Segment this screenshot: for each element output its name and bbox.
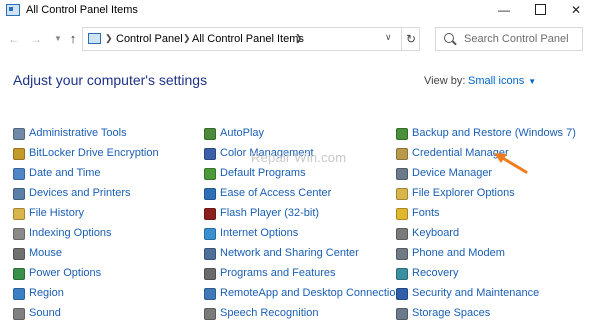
region-icon	[13, 288, 25, 300]
default-programs-icon	[204, 168, 216, 180]
cpl-item-label[interactable]: Keyboard	[412, 227, 459, 239]
programs-features-icon	[204, 268, 216, 280]
cpl-item-label[interactable]: File Explorer Options	[412, 187, 515, 199]
internet-options-icon	[204, 228, 216, 240]
watermark: Repair Win.com	[251, 150, 347, 165]
color-management-icon	[204, 148, 216, 160]
sound-icon	[13, 308, 25, 320]
breadcrumb-control-panel[interactable]: Control Panel	[116, 33, 183, 45]
cpl-item-label[interactable]: Internet Options	[220, 227, 298, 239]
refresh-button[interactable]: ↻	[401, 28, 420, 50]
search-icon	[444, 33, 454, 43]
network-sharing-icon	[204, 248, 216, 260]
recent-locations-button[interactable]: ▼	[50, 30, 66, 48]
cpl-item-label[interactable]: Flash Player (32-bit)	[220, 207, 319, 219]
cpl-item-label[interactable]: Fonts	[412, 207, 440, 219]
breadcrumb-all-items[interactable]: All Control Panel Items	[192, 33, 304, 45]
device-manager-icon	[396, 168, 408, 180]
ease-of-access-icon	[204, 188, 216, 200]
file-explorer-options-icon	[396, 188, 408, 200]
administrative-tools-icon	[13, 128, 25, 140]
maximize-icon	[534, 4, 546, 16]
cpl-item-label[interactable]: Indexing Options	[29, 227, 112, 239]
cpl-item-label[interactable]: AutoPlay	[220, 127, 264, 139]
cpl-item-label[interactable]: Devices and Printers	[29, 187, 131, 199]
mouse-icon	[13, 248, 25, 260]
up-button[interactable]: ↑	[65, 30, 81, 48]
forward-button[interactable]: →	[28, 30, 44, 48]
breadcrumb-chevron-icon[interactable]: ❯	[295, 33, 303, 44]
file-history-icon	[13, 208, 25, 220]
minimize-button[interactable]: —	[486, 0, 522, 22]
window-title: All Control Panel Items	[26, 4, 138, 16]
autoplay-icon	[204, 128, 216, 140]
close-button[interactable]: ✕	[558, 0, 594, 22]
cpl-item-label[interactable]: Mouse	[29, 247, 62, 259]
breadcrumb-chevron-icon[interactable]: ❯	[183, 33, 191, 44]
title-bar: All Control Panel Items — ✕	[0, 0, 594, 22]
annotation-arrow-icon	[494, 153, 528, 174]
address-dropdown-icon[interactable]: ∨	[385, 32, 392, 43]
storage-spaces-icon	[396, 308, 408, 320]
cpl-item-label[interactable]: Storage Spaces	[412, 307, 490, 319]
security-maintenance-icon	[396, 288, 408, 300]
cpl-item-label[interactable]: BitLocker Drive Encryption	[29, 147, 159, 159]
navigation-bar: ← → ▼ ↑ ❯ Control Panel ❯ All Control Pa…	[0, 24, 594, 54]
backup-restore-icon	[396, 128, 408, 140]
cpl-item-label[interactable]: Backup and Restore (Windows 7)	[412, 127, 576, 139]
bitlocker-icon	[13, 148, 25, 160]
search-box[interactable]: Search Control Panel	[435, 27, 583, 51]
power-options-icon	[13, 268, 25, 280]
cpl-item-label[interactable]: Recovery	[412, 267, 458, 279]
speech-recognition-icon	[204, 308, 216, 320]
control-panel-icon	[6, 4, 20, 16]
cpl-item-label[interactable]: Date and Time	[29, 167, 101, 179]
cpl-item-label[interactable]: Device Manager	[412, 167, 492, 179]
breadcrumb-chevron-icon[interactable]: ❯	[105, 33, 113, 44]
cpl-item-label[interactable]: Programs and Features	[220, 267, 336, 279]
back-button[interactable]: ←	[6, 30, 22, 48]
cpl-item-label[interactable]: Administrative Tools	[29, 127, 127, 139]
phone-modem-icon	[396, 248, 408, 260]
cpl-item-label[interactable]: Network and Sharing Center	[220, 247, 359, 259]
devices-printers-icon	[13, 188, 25, 200]
cpl-item-label[interactable]: Ease of Access Center	[220, 187, 331, 199]
cpl-item-label[interactable]: Speech Recognition	[220, 307, 318, 319]
cpl-item-label[interactable]: Default Programs	[220, 167, 306, 179]
view-by-value: Small icons	[468, 75, 525, 87]
remoteapp-icon	[204, 288, 216, 300]
keyboard-icon	[396, 228, 408, 240]
credential-manager-icon	[396, 148, 408, 160]
fonts-icon	[396, 208, 408, 220]
flash-player-icon	[204, 208, 216, 220]
cpl-item-label[interactable]: Power Options	[29, 267, 101, 279]
recovery-icon	[396, 268, 408, 280]
dropdown-caret-icon: ▼	[528, 77, 537, 86]
cpl-item-label[interactable]: Security and Maintenance	[412, 287, 539, 299]
cpl-item-label[interactable]: Region	[29, 287, 64, 299]
indexing-options-icon	[13, 228, 25, 240]
maximize-button[interactable]	[522, 0, 558, 22]
control-panel-icon	[88, 33, 101, 44]
cpl-item-label[interactable]: Sound	[29, 307, 61, 319]
search-input[interactable]: Search Control Panel	[464, 33, 569, 45]
view-by-dropdown[interactable]: Small icons ▼	[468, 75, 536, 87]
date-time-icon	[13, 168, 25, 180]
cpl-item-label[interactable]: RemoteApp and Desktop Connections	[220, 287, 407, 299]
view-by-label: View by:	[424, 75, 466, 87]
address-bar[interactable]: ❯ Control Panel ❯ All Control Panel Item…	[82, 27, 420, 51]
cpl-item-label[interactable]: File History	[29, 207, 84, 219]
cpl-item-label[interactable]: Phone and Modem	[412, 247, 505, 259]
page-title: Adjust your computer's settings	[13, 72, 208, 88]
